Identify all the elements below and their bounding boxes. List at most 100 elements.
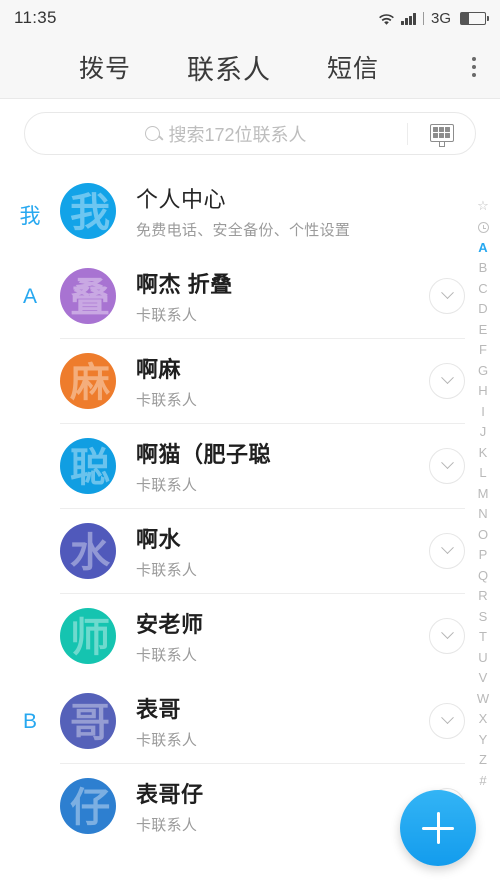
status-indicators: 3G bbox=[378, 9, 489, 27]
avatar: 麻 bbox=[60, 352, 116, 409]
search-bar[interactable]: 搜索172位联系人 bbox=[24, 112, 476, 155]
add-contact-fab[interactable] bbox=[400, 790, 476, 866]
contact-text: 啊杰 折叠 卡联系人 bbox=[116, 267, 429, 325]
star-icon[interactable]: ☆ bbox=[477, 196, 489, 217]
contact-subtitle: 卡联系人 bbox=[136, 391, 198, 409]
dialpad-icon bbox=[429, 123, 454, 148]
index-letter-hash[interactable]: # bbox=[466, 771, 500, 792]
avatar-initial: 叠 bbox=[70, 274, 110, 321]
overflow-menu-icon[interactable] bbox=[448, 57, 500, 77]
personal-center-row[interactable]: 我个人中心 免费电话、安全备份、个性设置 bbox=[0, 168, 500, 253]
index-letter-g[interactable]: G bbox=[466, 361, 500, 382]
expand-contact-button[interactable] bbox=[429, 447, 465, 484]
contact-text: 安老师 卡联系人 bbox=[116, 607, 429, 665]
index-letter-i[interactable]: I bbox=[466, 402, 500, 423]
search-icon bbox=[145, 126, 161, 141]
clock-icon[interactable] bbox=[477, 221, 489, 233]
index-letter-f[interactable]: F bbox=[466, 340, 500, 361]
index-letter-t[interactable]: T bbox=[466, 627, 500, 648]
index-letter-v[interactable]: V bbox=[466, 668, 500, 689]
avatar: 叠 bbox=[60, 267, 116, 324]
battery-icon bbox=[460, 11, 489, 25]
expand-contact-button[interactable] bbox=[429, 277, 465, 314]
avatar: 哥 bbox=[60, 692, 116, 749]
contact-name: 安老师 bbox=[136, 611, 204, 637]
tab-contacts[interactable]: 联系人 bbox=[187, 48, 271, 87]
contact-text: 啊水 卡联系人 bbox=[116, 522, 429, 580]
chevron-down-icon bbox=[440, 711, 454, 725]
index-letter-o[interactable]: O bbox=[466, 525, 500, 546]
contact-row[interactable]: 师安老师卡联系人 bbox=[0, 593, 500, 678]
dialpad-button[interactable] bbox=[407, 122, 475, 148]
expand-contact-button[interactable] bbox=[429, 532, 465, 569]
avatar-initial: 麻 bbox=[70, 359, 110, 406]
alphabet-index-rail[interactable]: ☆ A B C D E F G H I J K L M N O P Q R S T U V W X Y Z # bbox=[466, 196, 500, 791]
index-letter-c[interactable]: C bbox=[466, 279, 500, 300]
search-input[interactable]: 搜索172位联系人 bbox=[168, 121, 306, 147]
index-letter-y[interactable]: Y bbox=[466, 730, 500, 751]
index-letter-u[interactable]: U bbox=[466, 648, 500, 669]
avatar-initial: 师 bbox=[70, 614, 110, 661]
contact-text: 啊猫（肥子聪 卡联系人 bbox=[116, 437, 429, 495]
wifi-icon bbox=[379, 13, 395, 25]
contact-name: 啊猫（肥子聪 bbox=[136, 441, 272, 467]
search-input-wrap[interactable]: 搜索172位联系人 bbox=[25, 121, 407, 147]
index-letter-n[interactable]: N bbox=[466, 504, 500, 525]
chevron-down-icon bbox=[440, 286, 454, 300]
index-letter-q[interactable]: Q bbox=[466, 566, 500, 587]
index-letter-s[interactable]: S bbox=[466, 607, 500, 628]
tab-messages[interactable]: 短信 bbox=[327, 49, 379, 85]
contact-row[interactable]: 叠啊杰 折叠 卡联系人 bbox=[0, 253, 500, 338]
index-letter-h[interactable]: H bbox=[466, 381, 500, 402]
index-letter-l[interactable]: L bbox=[466, 463, 500, 484]
index-letter-d[interactable]: D bbox=[466, 299, 500, 320]
index-letter-x[interactable]: X bbox=[466, 709, 500, 730]
signal-bars-icon bbox=[401, 12, 416, 25]
contact-list[interactable]: 我我个人中心 免费电话、安全备份、个性设置 A 叠啊杰 折叠 卡联系人麻啊麻 卡联系人聪啊… bbox=[0, 168, 500, 889]
plus-icon bbox=[422, 812, 454, 844]
avatar-initial: 我 bbox=[70, 189, 110, 236]
avatar-initial: 哥 bbox=[70, 699, 110, 746]
index-letter-w[interactable]: W bbox=[466, 689, 500, 710]
index-letter-b[interactable]: B bbox=[466, 258, 500, 279]
index-letter-e[interactable]: E bbox=[466, 320, 500, 341]
contact-subtitle: 卡联系人 bbox=[136, 731, 198, 749]
status-bar: 11:35 3G bbox=[0, 0, 500, 36]
network-type-label: 3G bbox=[430, 9, 451, 27]
index-letter-a[interactable]: A bbox=[466, 238, 500, 259]
tab-list: 拨号 联系人 短信 bbox=[0, 48, 448, 87]
chevron-down-icon bbox=[440, 456, 454, 470]
chevron-down-icon bbox=[440, 371, 454, 385]
avatar: 水 bbox=[60, 522, 116, 579]
avatar-initial: 聪 bbox=[70, 444, 110, 491]
avatar-initial: 仔 bbox=[70, 784, 110, 831]
contact-text: 个人中心 免费电话、安全备份、个性设置 bbox=[116, 182, 500, 240]
contact-section: A 叠啊杰 折叠 卡联系人麻啊麻 卡联系人聪啊猫（肥子聪 卡联系人水啊水 卡联系人师安老师… bbox=[0, 253, 500, 678]
contact-name: 啊杰 折叠 bbox=[136, 271, 233, 297]
tab-bar: 拨号 联系人 短信 bbox=[0, 36, 500, 99]
avatar: 聪 bbox=[60, 437, 116, 494]
tab-dialer[interactable]: 拨号 bbox=[79, 49, 131, 85]
contact-row[interactable]: 哥表哥卡联系人 bbox=[0, 678, 500, 763]
contact-section: 我我个人中心 免费电话、安全备份、个性设置 bbox=[0, 168, 500, 253]
contact-row[interactable]: 麻啊麻 卡联系人 bbox=[0, 338, 500, 423]
contact-text: 表哥 卡联系人 bbox=[116, 692, 429, 750]
index-letter-z[interactable]: Z bbox=[466, 750, 500, 771]
avatar-initial: 水 bbox=[70, 529, 110, 576]
expand-contact-button[interactable] bbox=[429, 362, 465, 399]
expand-contact-button[interactable] bbox=[429, 702, 465, 739]
contact-subtitle: 卡联系人 bbox=[136, 646, 198, 664]
contact-subtitle: 卡联系人 bbox=[136, 561, 198, 579]
index-letter-m[interactable]: M bbox=[466, 484, 500, 505]
index-letter-j[interactable]: J bbox=[466, 422, 500, 443]
index-letter-k[interactable]: K bbox=[466, 443, 500, 464]
contact-row[interactable]: 聪啊猫（肥子聪 卡联系人 bbox=[0, 423, 500, 508]
contact-text: 啊麻 卡联系人 bbox=[116, 352, 429, 410]
chevron-down-icon bbox=[440, 541, 454, 555]
status-time: 11:35 bbox=[14, 8, 57, 27]
contact-row[interactable]: 水啊水 卡联系人 bbox=[0, 508, 500, 593]
index-letter-r[interactable]: R bbox=[466, 586, 500, 607]
expand-contact-button[interactable] bbox=[429, 617, 465, 654]
contact-name: 表哥 bbox=[136, 696, 182, 722]
index-letter-p[interactable]: P bbox=[466, 545, 500, 566]
